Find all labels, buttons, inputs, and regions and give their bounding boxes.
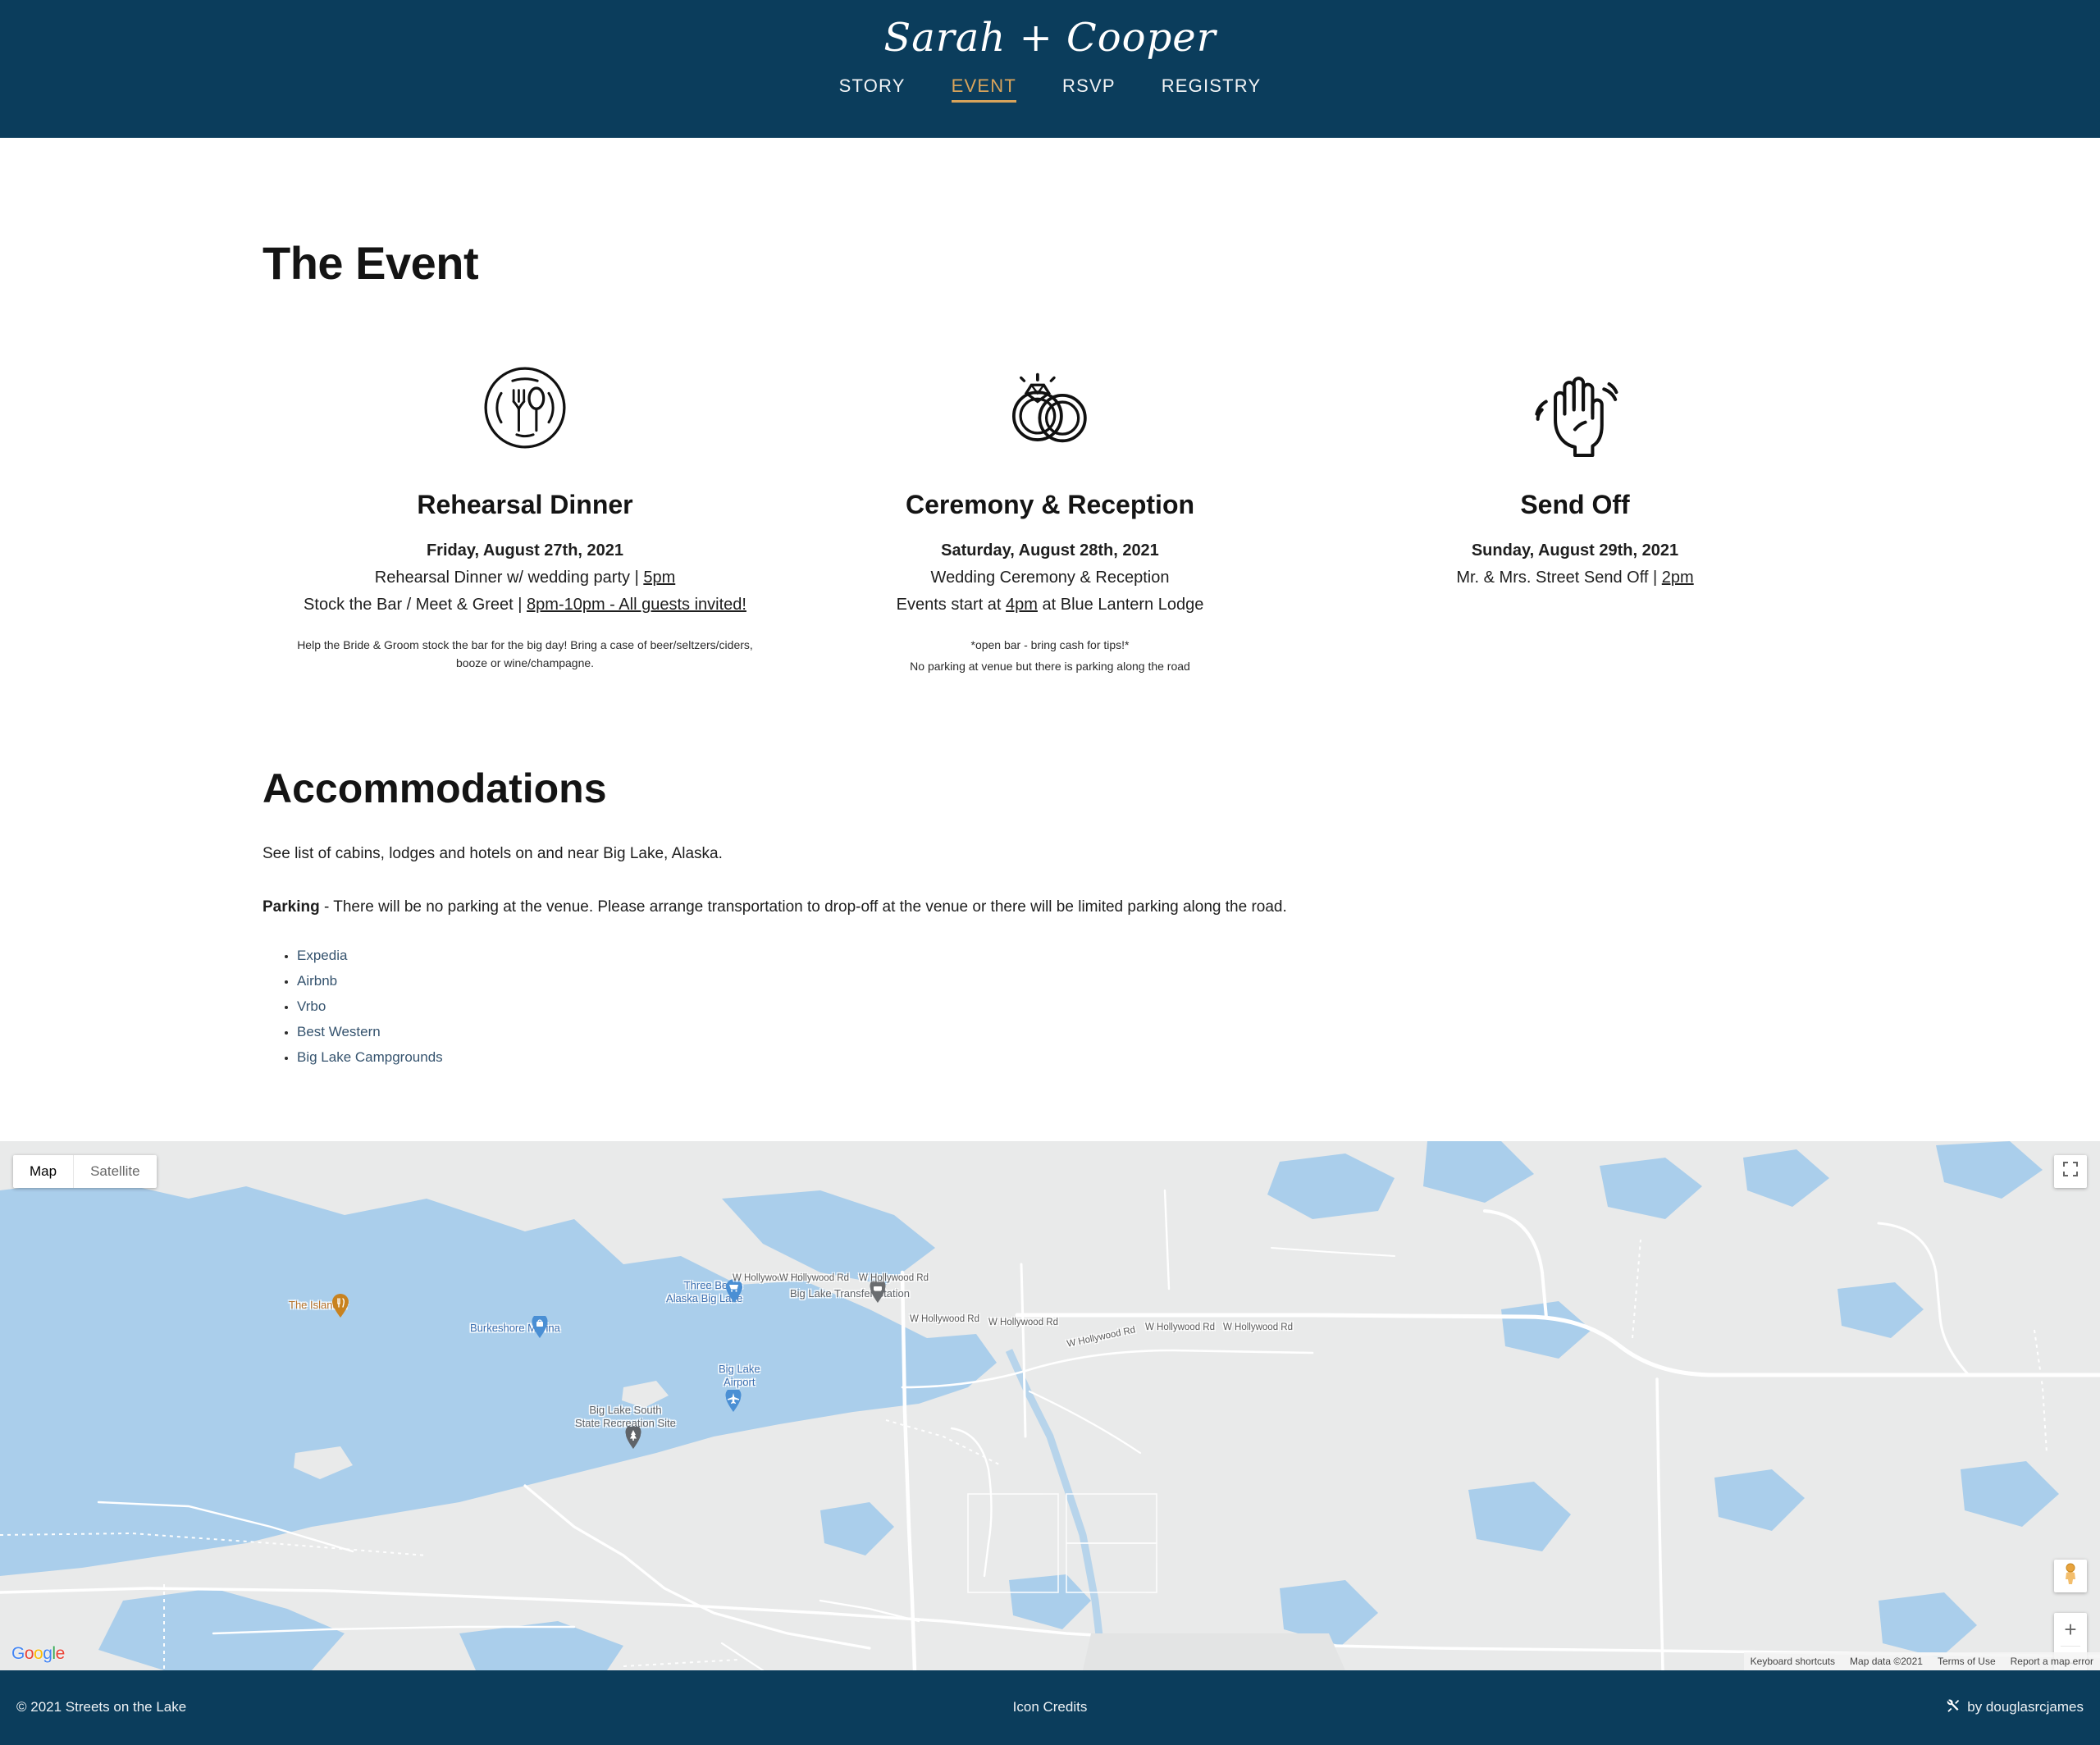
map-type-button-map[interactable]: Map xyxy=(13,1155,73,1188)
event-card-note: Help the Bride & Groom stock the bar for… xyxy=(297,638,753,670)
author-attribution-link[interactable]: by douglasrcjames xyxy=(1967,1699,2084,1715)
event-card-title: Rehearsal Dinner xyxy=(417,490,633,519)
wedding-rings-icon xyxy=(810,350,1290,465)
site-footer: © 2021 Streets on the Lake Icon Credits … xyxy=(0,1670,2100,1745)
accommodation-link-best-western[interactable]: Best Western xyxy=(297,1024,381,1039)
page-content: The Event Rehearsal Dinner Friday, Augus… xyxy=(0,236,2100,1066)
event-card-date: Sunday, August 29th, 2021 xyxy=(1471,541,1679,560)
event-card-line-1: Mr. & Mrs. Street Send Off | 2pm xyxy=(1335,569,1815,587)
plate-fork-spoon-icon xyxy=(285,350,765,465)
tools-icon xyxy=(1946,1698,1961,1717)
list-item: Big Lake Campgrounds xyxy=(297,1049,1838,1066)
list-item: Expedia xyxy=(297,948,1838,964)
map-marker-burkeshore-marina[interactable] xyxy=(532,1313,548,1343)
map-terms-of-use-link[interactable]: Terms of Use xyxy=(1938,1656,1996,1667)
event-card-rehearsal-dinner: Rehearsal Dinner Friday, August 27th, 20… xyxy=(262,350,788,676)
site-header: Sarah + Cooper STORY EVENT RSVP REGISTRY xyxy=(0,0,2100,138)
map-data-copyright: Map data ©2021 xyxy=(1850,1655,1923,1667)
event-line-text: Mr. & Mrs. Street Send Off | xyxy=(1456,569,1662,587)
map-type-button-satellite[interactable]: Satellite xyxy=(74,1155,156,1188)
map-marker-three-bears-alaska-big-lake[interactable] xyxy=(725,1278,743,1308)
event-card-line-1: Wedding Ceremony & Reception xyxy=(810,569,1290,587)
accommodation-links-list: Expedia Airbnb Vrbo Best Western Big Lak… xyxy=(262,948,1838,1066)
map-report-error-link[interactable]: Report a map error xyxy=(2011,1656,2093,1667)
event-line-time: 8pm-10pm - All guests invited! xyxy=(527,596,746,614)
footer-copyright: © 2021 Streets on the Lake xyxy=(16,1699,187,1715)
footer-icon-credits: Icon Credits xyxy=(705,1699,1395,1715)
waving-hand-icon xyxy=(1335,350,1815,465)
event-card-line-2: Events start at 4pm at Blue Lantern Lodg… xyxy=(810,596,1290,614)
event-line-time: 2pm xyxy=(1661,569,1694,587)
section-title-accommodations: Accommodations xyxy=(262,765,607,811)
fullscreen-icon xyxy=(2063,1162,2078,1181)
main-navigation: STORY EVENT RSVP REGISTRY xyxy=(839,75,1262,103)
map-marker-big-lake-transfer-station[interactable] xyxy=(870,1277,886,1308)
map-fullscreen-button[interactable] xyxy=(2054,1154,2087,1188)
event-cards-row: Rehearsal Dinner Friday, August 27th, 20… xyxy=(262,350,1838,676)
map-tiles[interactable] xyxy=(0,1140,2100,1670)
accommodation-link-big-lake-campgrounds[interactable]: Big Lake Campgrounds xyxy=(297,1049,443,1065)
event-card-ceremony-reception: Ceremony & Reception Saturday, August 28… xyxy=(788,350,1312,676)
accommodation-link-airbnb[interactable]: Airbnb xyxy=(297,973,337,989)
street-view-pegman-icon xyxy=(2061,1563,2079,1588)
nav-link-registry[interactable]: REGISTRY xyxy=(1162,75,1262,103)
event-card-send-off: Send Off Sunday, August 29th, 2021 Mr. &… xyxy=(1312,350,1838,676)
event-line-time: 4pm xyxy=(1006,596,1038,614)
map-attribution-bar: Keyboard shortcuts Map data ©2021 Terms … xyxy=(1743,1651,2100,1670)
list-item: Airbnb xyxy=(297,973,1838,989)
event-card-title: Ceremony & Reception xyxy=(905,490,1195,519)
event-card-note: *open bar - bring cash for tips!* xyxy=(970,638,1130,651)
event-card-title: Send Off xyxy=(1520,490,1630,519)
map-keyboard-shortcuts-link[interactable]: Keyboard shortcuts xyxy=(1751,1656,1835,1667)
nav-link-event[interactable]: EVENT xyxy=(951,75,1017,103)
nav-link-rsvp[interactable]: RSVP xyxy=(1062,75,1116,103)
site-brand-title: Sarah + Cooper xyxy=(883,15,1217,61)
map-marker-big-lake-airport[interactable] xyxy=(725,1386,742,1417)
event-line-text: Stock the Bar / Meet & Greet | xyxy=(304,596,527,614)
google-logo: Google xyxy=(11,1643,65,1663)
accommodation-link-expedia[interactable]: Expedia xyxy=(297,948,347,963)
map-marker-the-islander[interactable] xyxy=(331,1293,349,1322)
parking-info: Parking - There will be no parking at th… xyxy=(262,895,1838,919)
event-line-text: Rehearsal Dinner w/ wedding party | xyxy=(374,569,644,587)
parking-label: Parking xyxy=(262,898,320,916)
list-item: Best Western xyxy=(297,1024,1838,1040)
page-title-the-event: The Event xyxy=(262,237,479,289)
event-card-date: Saturday, August 28th, 2021 xyxy=(941,541,1159,560)
nav-link-story[interactable]: STORY xyxy=(839,75,906,103)
event-card-line-1: Rehearsal Dinner w/ wedding party | 5pm xyxy=(285,569,765,587)
google-map[interactable]: Map Satellite + − The Islander xyxy=(0,1140,2100,1670)
accommodations-intro: See list of cabins, lodges and hotels on… xyxy=(262,844,723,862)
street-view-pegman-button[interactable] xyxy=(2054,1559,2087,1592)
icon-credits-link[interactable]: Icon Credits xyxy=(1013,1699,1088,1715)
event-line-time: 5pm xyxy=(643,569,676,587)
parking-text: - There will be no parking at the venue.… xyxy=(319,898,1287,916)
footer-attribution: by douglasrcjames xyxy=(1395,1698,2084,1717)
event-line-text: Events start at xyxy=(896,596,1007,614)
event-card-note-secondary: No parking at venue but there is parking… xyxy=(910,660,1190,674)
list-item: Vrbo xyxy=(297,998,1838,1015)
accommodation-link-vrbo[interactable]: Vrbo xyxy=(297,998,326,1014)
map-type-control[interactable]: Map Satellite xyxy=(13,1154,157,1188)
map-zoom-in-button[interactable]: + xyxy=(2054,1613,2087,1646)
event-line-venue: at Blue Lantern Lodge xyxy=(1037,596,1204,614)
event-card-line-2: Stock the Bar / Meet & Greet | 8pm-10pm … xyxy=(285,596,765,614)
event-line-text: Wedding Ceremony & Reception xyxy=(930,569,1170,587)
map-marker-big-lake-south-state-recreation-site[interactable] xyxy=(625,1423,641,1454)
event-card-date: Friday, August 27th, 2021 xyxy=(426,541,624,560)
